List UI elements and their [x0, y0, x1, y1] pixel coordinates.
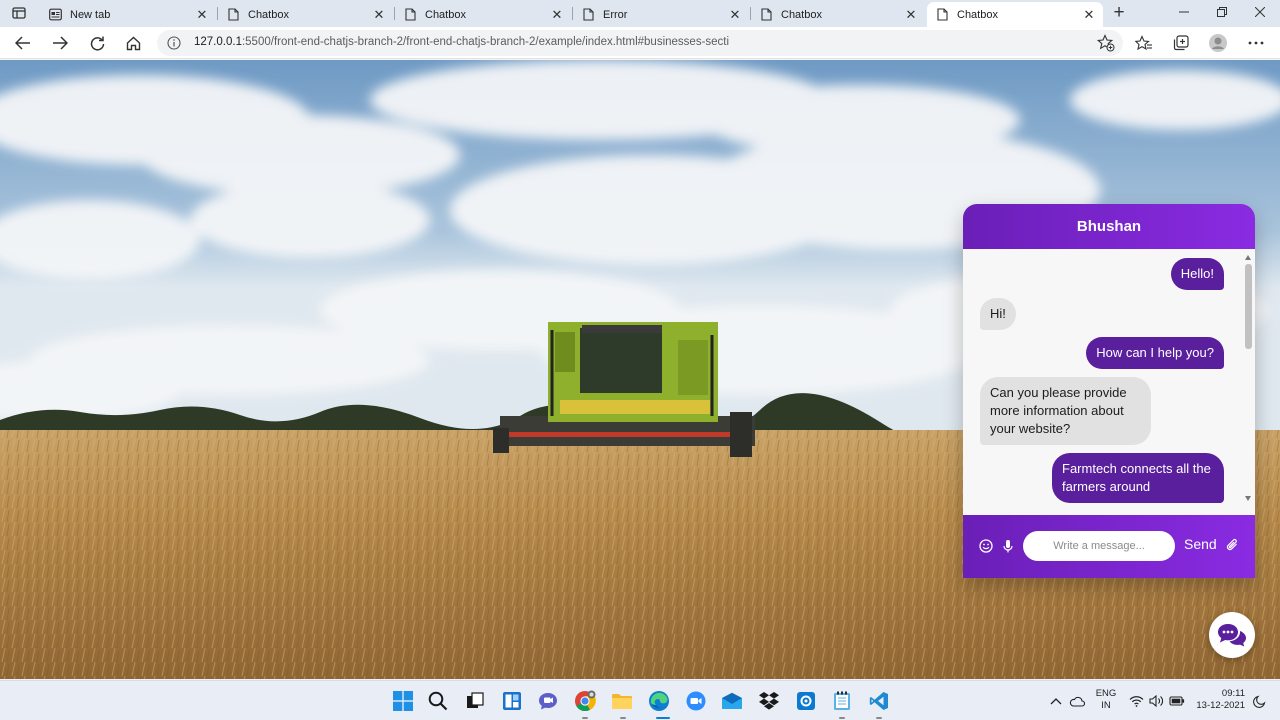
microphone-icon[interactable] — [1001, 539, 1015, 553]
info-icon[interactable] — [167, 36, 181, 50]
wifi-icon[interactable] — [1127, 689, 1145, 713]
dropbox-icon[interactable] — [757, 689, 781, 713]
running-indicator — [582, 717, 588, 719]
clock[interactable]: 09:11 13-12-2021 — [1193, 688, 1255, 712]
navigation-bar: 127.0.0.1:5500/front-end-chatjs-branch-2… — [0, 27, 1280, 59]
tab-title: Error — [603, 8, 628, 21]
vscode-icon[interactable] — [867, 689, 891, 713]
search-icon[interactable] — [426, 689, 450, 713]
tab-title: Chatbox — [425, 8, 466, 21]
home-icon[interactable] — [121, 32, 145, 54]
scrollbar-thumb[interactable] — [1245, 264, 1252, 349]
windows-taskbar: ENG IN 09:11 13-12-2021 — [0, 680, 1280, 720]
refresh-icon[interactable] — [85, 32, 109, 54]
language-indicator[interactable]: ENG IN — [1092, 688, 1120, 712]
more-options-icon[interactable] — [1244, 32, 1268, 54]
volume-icon[interactable] — [1147, 689, 1165, 713]
new-tab-button[interactable]: + — [1108, 3, 1130, 23]
close-icon[interactable]: ✕ — [903, 7, 919, 23]
chat-bubbles-icon — [1218, 624, 1246, 647]
close-icon[interactable]: ✕ — [371, 7, 387, 23]
message-input[interactable] — [1023, 531, 1175, 561]
favorites-icon[interactable] — [1132, 32, 1156, 54]
restore-icon[interactable] — [1207, 3, 1237, 23]
tab-chatbox-3[interactable]: Chatbox ✕ — [751, 2, 925, 27]
page-icon — [935, 8, 949, 22]
message-outgoing: How can I help you? — [1086, 337, 1224, 369]
onedrive-icon[interactable] — [1067, 689, 1087, 713]
tab-chatbox-2[interactable]: Chatbox ✕ — [395, 2, 571, 27]
page-icon — [226, 8, 240, 22]
tab-title: Chatbox — [248, 8, 289, 21]
chevron-up-icon[interactable] — [1046, 689, 1066, 713]
new-tab-icon — [48, 8, 62, 22]
region-code: IN — [1101, 700, 1111, 711]
teams-chat-icon[interactable] — [536, 689, 560, 713]
chat-header: Bhushan — [963, 204, 1255, 249]
forward-icon[interactable] — [48, 32, 72, 54]
message-incoming: Hi! — [980, 298, 1016, 330]
tab-chatbox-1[interactable]: Chatbox ✕ — [218, 2, 393, 27]
tab-chatbox-active[interactable]: Chatbox ✕ — [927, 2, 1103, 27]
page-viewport: Bhushan Hello! Hi! How can I help you? C… — [0, 60, 1280, 679]
collections-icon[interactable] — [1169, 32, 1193, 54]
message-outgoing: Farmtech connects all the farmers around — [1052, 453, 1224, 503]
chat-contact-name: Bhushan — [1076, 218, 1142, 235]
back-icon[interactable] — [11, 32, 35, 54]
tab-title: New tab — [70, 8, 111, 21]
chatbox-panel: Bhushan Hello! Hi! How can I help you? C… — [963, 204, 1255, 578]
task-view-icon[interactable] — [463, 689, 487, 713]
tab-new-tab[interactable]: New tab ✕ — [40, 2, 216, 27]
clock-date: 13-12-2021 — [1196, 700, 1245, 711]
scroll-up-icon[interactable] — [1245, 255, 1251, 260]
notifications-icon[interactable] — [1250, 689, 1268, 713]
address-bar[interactable]: 127.0.0.1:5500/front-end-chatjs-branch-2… — [157, 30, 1123, 56]
close-icon[interactable]: ✕ — [194, 7, 210, 23]
tab-error[interactable]: Error ✕ — [573, 2, 749, 27]
send-button[interactable]: Send — [1184, 536, 1217, 552]
store-icon[interactable] — [794, 689, 818, 713]
windows-start-icon[interactable] — [391, 689, 415, 713]
tab-title: Chatbox — [781, 8, 822, 21]
minimize-icon[interactable] — [1169, 3, 1199, 23]
chat-messages[interactable]: Hello! Hi! How can I help you? Can you p… — [963, 249, 1255, 515]
notepad-icon[interactable] — [830, 689, 854, 713]
chat-footer: Send — [963, 515, 1255, 578]
file-explorer-icon[interactable] — [610, 689, 634, 713]
running-indicator — [839, 717, 845, 719]
close-icon[interactable]: ✕ — [549, 7, 565, 23]
widgets-icon[interactable] — [500, 689, 524, 713]
chat-scrollbar[interactable] — [1244, 253, 1253, 501]
chat-toggle-button[interactable] — [1209, 612, 1255, 658]
url-text: 127.0.0.1:5500/front-end-chatjs-branch-2… — [194, 36, 730, 48]
scroll-down-icon[interactable] — [1245, 496, 1251, 501]
profile-avatar-icon[interactable] — [1206, 32, 1230, 54]
add-favorite-icon[interactable] — [1096, 34, 1115, 52]
close-window-icon[interactable] — [1245, 3, 1275, 23]
page-icon — [581, 8, 595, 22]
close-icon[interactable]: ✕ — [727, 7, 743, 23]
active-indicator — [656, 717, 670, 719]
chrome-icon[interactable] — [573, 689, 597, 713]
zoom-icon[interactable] — [684, 689, 708, 713]
page-icon — [759, 8, 773, 22]
message-incoming: Can you please provide more information … — [980, 377, 1151, 445]
battery-icon[interactable] — [1167, 689, 1187, 713]
running-indicator — [876, 717, 882, 719]
emoji-icon[interactable] — [979, 539, 993, 553]
attachment-icon[interactable] — [1225, 538, 1239, 552]
tab-title: Chatbox — [957, 8, 998, 21]
mail-icon[interactable] — [720, 689, 744, 713]
page-icon — [403, 8, 417, 22]
close-icon[interactable]: ✕ — [1081, 7, 1097, 23]
running-indicator — [620, 717, 626, 719]
tab-strip: New tab ✕ Chatbox ✕ Chatbox ✕ Error ✕ Ch… — [0, 0, 1280, 27]
tab-actions-icon[interactable] — [8, 4, 30, 22]
message-outgoing: Hello! — [1170, 258, 1224, 290]
clock-time: 09:11 — [1221, 688, 1245, 699]
language-code: ENG — [1095, 688, 1117, 699]
edge-icon[interactable] — [647, 689, 671, 713]
